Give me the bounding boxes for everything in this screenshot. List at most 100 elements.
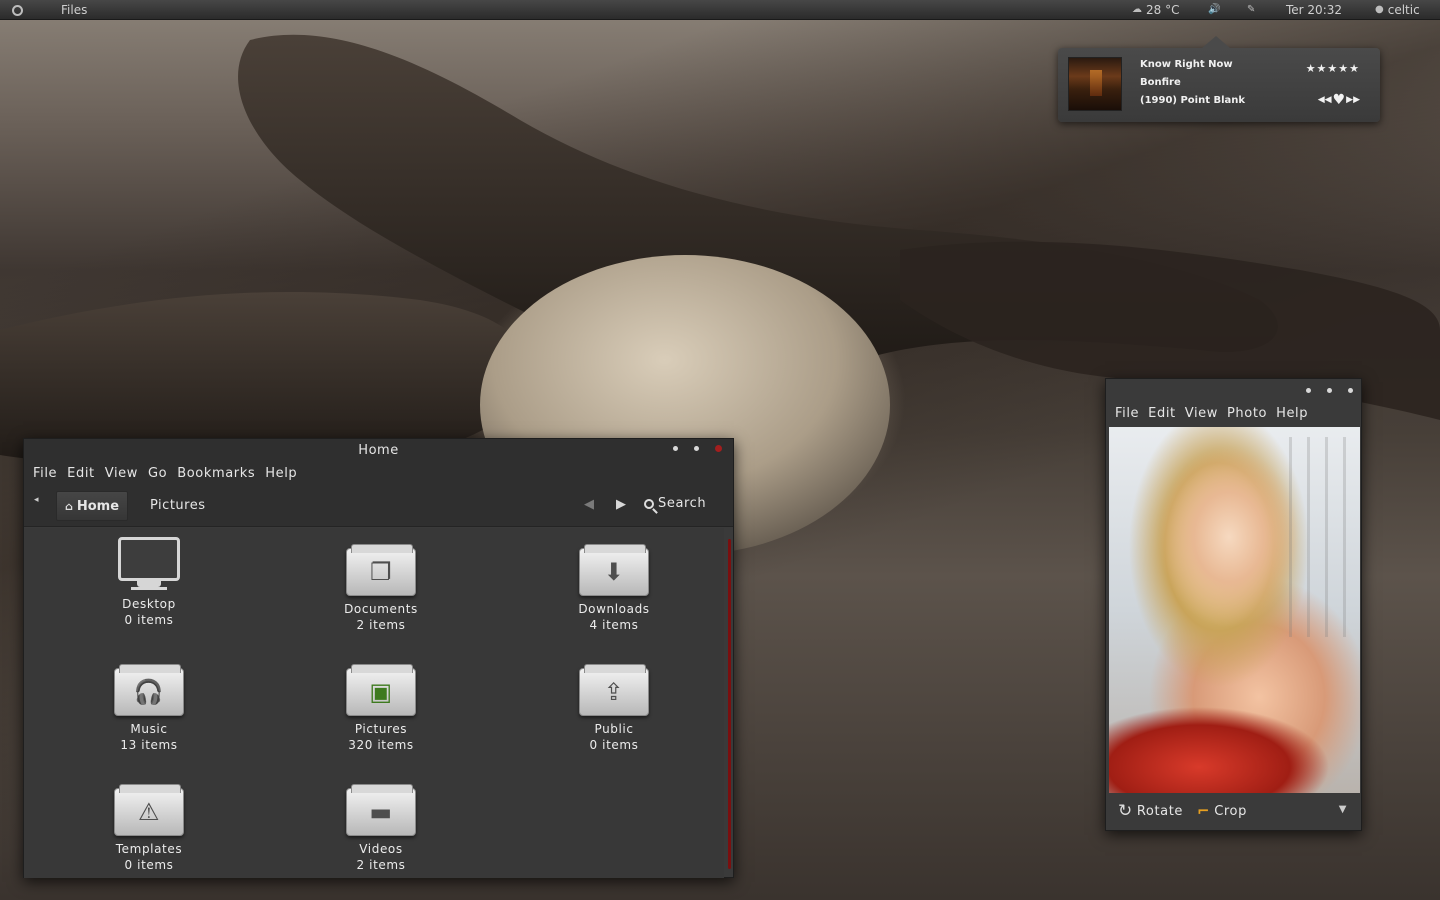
popup-arrow — [1202, 36, 1230, 48]
weather-icon: ☁ — [1132, 4, 1142, 15]
pv-menubar: File Edit View Photo Help — [1106, 403, 1361, 425]
folder-public[interactable]: ⇪ Public 0 items — [539, 664, 689, 752]
folder-templates[interactable]: ⚠ Templates 0 items — [74, 784, 224, 872]
menu-view[interactable]: View — [1185, 403, 1218, 425]
folder-music[interactable]: 🎧 Music 13 items — [74, 664, 224, 752]
documents-icon: ❐ — [346, 544, 416, 596]
folder-name: Downloads — [578, 602, 650, 616]
clapperboard-icon: ▬ — [346, 784, 416, 836]
window-titlebar[interactable]: Home — [24, 439, 733, 463]
tools-indicator[interactable]: ✎ — [1247, 0, 1255, 20]
folder-count: 2 items — [356, 858, 406, 872]
close-button[interactable] — [1348, 388, 1353, 393]
top-panel: Files ☁ 28 °C 🔊 ✎ Ter 20:32 ● celtic — [0, 0, 1440, 20]
rotate-button[interactable]: ↻ Rotate — [1118, 801, 1183, 821]
menu-go[interactable]: Go — [148, 463, 167, 485]
scrollbar[interactable] — [728, 539, 731, 869]
pen-icon: ✎ — [1247, 4, 1256, 15]
search-button[interactable]: Search — [644, 496, 706, 511]
headphones-icon: 🎧 — [114, 664, 184, 716]
clock-text: Ter 20:32 — [1286, 3, 1343, 17]
volume-icon: 🔊 — [1208, 4, 1221, 15]
forward-button[interactable]: ▶ — [616, 497, 626, 512]
menu-file[interactable]: File — [1115, 403, 1139, 425]
window-title: Home — [358, 443, 399, 458]
search-label: Search — [658, 496, 707, 511]
activities-icon — [12, 4, 23, 16]
folder-count: 320 items — [348, 738, 414, 752]
crop-label: Crop — [1214, 803, 1247, 819]
rotate-label: Rotate — [1136, 803, 1184, 819]
volume-indicator[interactable]: 🔊 — [1208, 0, 1220, 20]
track-album: (1990) Point Blank — [1140, 95, 1246, 106]
track-artist: Bonfire — [1140, 77, 1181, 88]
crop-button[interactable]: ⌐ Crop — [1197, 802, 1247, 820]
folder-name: Videos — [359, 842, 403, 856]
chat-icon: ● — [1375, 4, 1384, 15]
home-icon: ⌂ — [65, 499, 73, 513]
user-name: celtic — [1387, 3, 1420, 17]
chevron-down-icon[interactable]: ▼ — [1339, 804, 1347, 815]
folder-pictures[interactable]: ▣ Pictures 320 items — [306, 664, 456, 752]
file-manager-window: Home File Edit View Go Bookmarks Help ◂ … — [23, 438, 734, 878]
album-art — [1068, 57, 1122, 111]
photo-viewer-window: File Edit View Photo Help ↻ Rotate ⌐ Cro… — [1105, 378, 1362, 831]
share-icon: ⇪ — [579, 664, 649, 716]
activities-button[interactable] — [12, 0, 23, 20]
folder-name: Pictures — [354, 722, 408, 736]
weather-temp: 28 °C — [1146, 3, 1180, 17]
folder-count: 0 items — [589, 738, 639, 752]
window-controls — [673, 445, 722, 452]
folder-name: Templates — [115, 842, 183, 856]
maximize-button[interactable] — [1327, 388, 1332, 393]
menu-edit[interactable]: Edit — [67, 463, 95, 485]
back-button[interactable]: ◀ — [584, 497, 594, 512]
previous-icon[interactable]: ◀◀ — [1318, 95, 1332, 108]
crop-icon: ⌐ — [1197, 802, 1211, 820]
menu-edit[interactable]: Edit — [1148, 403, 1176, 425]
breadcrumb-home-label: Home — [76, 498, 120, 514]
folder-name: Desktop — [122, 597, 176, 611]
menu-bookmarks[interactable]: Bookmarks — [177, 463, 255, 485]
folder-videos[interactable]: ▬ Videos 2 items — [306, 784, 456, 872]
clock[interactable]: Ter 20:32 — [1286, 0, 1342, 20]
fm-menubar: File Edit View Go Bookmarks Help — [24, 463, 733, 485]
search-icon — [644, 498, 654, 509]
photo-display[interactable] — [1109, 427, 1360, 793]
pv-toolbar: ↻ Rotate ⌐ Crop ▼ — [1106, 792, 1361, 830]
next-icon[interactable]: ▶▶ — [1346, 95, 1360, 108]
menu-photo[interactable]: Photo — [1227, 403, 1267, 425]
close-button[interactable] — [715, 445, 722, 452]
menu-help[interactable]: Help — [1276, 403, 1308, 425]
folder-desktop[interactable]: Desktop 0 items — [74, 537, 224, 627]
path-left-arrow-icon[interactable]: ◂ — [34, 495, 39, 505]
app-name: Files — [61, 3, 88, 17]
menu-file[interactable]: File — [33, 463, 57, 485]
folder-name: Music — [130, 722, 168, 736]
menu-view[interactable]: View — [105, 463, 138, 485]
folder-name: Public — [594, 722, 634, 736]
heart-icon[interactable]: ♥ — [1333, 92, 1346, 108]
folder-documents[interactable]: ❐ Documents 2 items — [306, 544, 456, 632]
folder-downloads[interactable]: ⬇ Downloads 4 items — [539, 544, 689, 632]
folder-name: Documents — [344, 602, 418, 616]
download-icon: ⬇ — [579, 544, 649, 596]
playback-controls: ◀◀ ♥ ▶▶ — [1318, 92, 1360, 108]
file-grid: Desktop 0 items ❐ Documents 2 items ⬇ Do… — [24, 528, 724, 878]
app-menu[interactable]: Files — [61, 0, 87, 20]
weather-indicator[interactable]: ☁ 28 °C — [1132, 0, 1179, 20]
user-menu[interactable]: ● celtic — [1375, 0, 1420, 20]
folder-count: 13 items — [120, 738, 178, 752]
maximize-button[interactable] — [694, 446, 699, 451]
music-player-popup: Know Right Now Bonfire (1990) Point Blan… — [1058, 36, 1380, 122]
folder-count: 4 items — [589, 618, 639, 632]
menu-help[interactable]: Help — [265, 463, 297, 485]
template-icon: ⚠ — [114, 784, 184, 836]
monitor-icon — [118, 537, 180, 593]
minimize-button[interactable] — [1306, 388, 1311, 393]
rating-stars[interactable]: ★★★★★ — [1306, 62, 1360, 75]
breadcrumb-home[interactable]: ⌂ Home — [56, 491, 129, 521]
folder-count: 0 items — [124, 613, 174, 627]
breadcrumb-pictures[interactable]: Pictures — [150, 498, 205, 513]
minimize-button[interactable] — [673, 446, 678, 451]
